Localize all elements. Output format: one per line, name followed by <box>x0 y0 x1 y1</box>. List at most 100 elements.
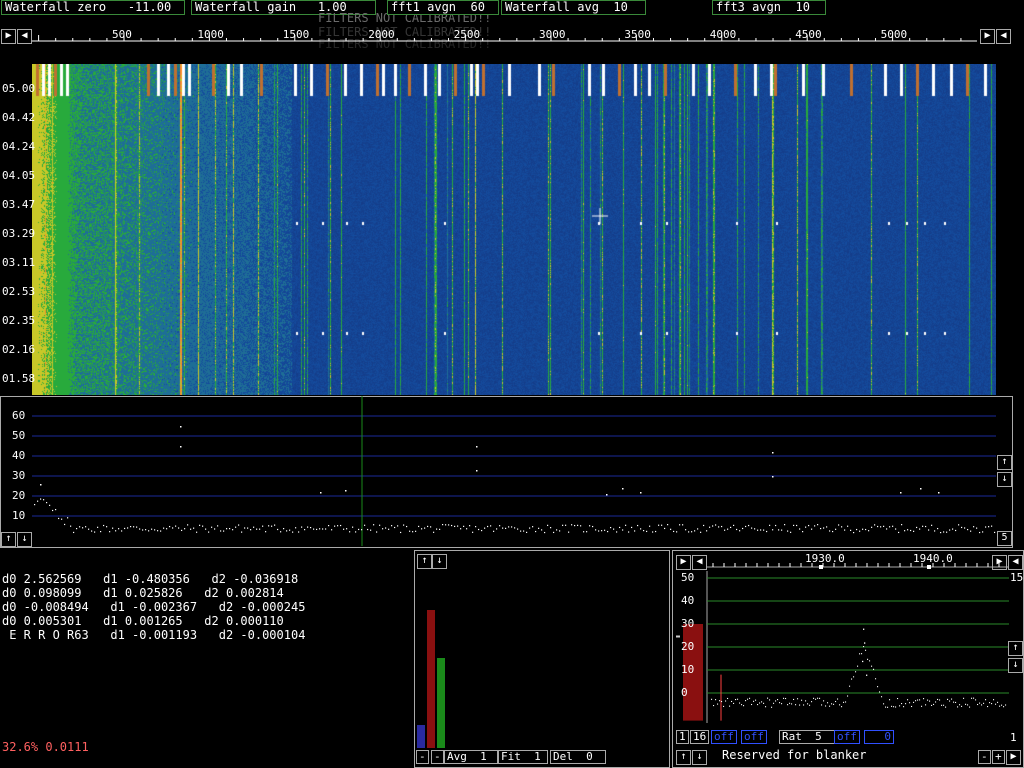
zoom-point <box>965 703 967 705</box>
spectrum-point <box>694 530 696 532</box>
zoom-point <box>865 649 867 651</box>
zoom-btn-off-2[interactable]: off <box>741 730 767 744</box>
spectrum-point <box>577 524 579 526</box>
zoom-plus-button[interactable]: + <box>992 750 1005 764</box>
zoom-point <box>959 704 961 706</box>
bars-up-icon[interactable]: ↑ <box>417 554 432 569</box>
spectrum-point <box>832 530 834 533</box>
spectrum-point <box>703 524 705 527</box>
zoom-point <box>747 698 749 700</box>
zoom-point <box>835 700 837 703</box>
zoom-up-icon[interactable]: ↑ <box>1008 641 1023 656</box>
spectrum-point <box>835 528 837 530</box>
zoom-point <box>753 700 755 702</box>
zoom-point <box>869 660 871 662</box>
spectrum-point <box>670 528 672 530</box>
waterfall-avg-field[interactable]: Waterfall avg 10 <box>501 0 646 15</box>
zoom-bottom-up-icon[interactable]: ↑ <box>676 750 691 765</box>
spectrum-point <box>643 529 645 532</box>
time-label: 02.53 <box>2 285 36 298</box>
spectrum-point <box>370 529 372 531</box>
zoom-btn-off-1[interactable]: off <box>711 730 737 744</box>
fit-field[interactable]: Fit 1 <box>498 750 548 764</box>
fft1-avgn-field[interactable]: fft1 avgn 60 <box>387 0 499 15</box>
spectrum-point <box>628 531 630 533</box>
spectrum-point <box>310 526 312 529</box>
zoom-point <box>983 702 985 704</box>
zoom-point <box>759 702 761 704</box>
spectrum-peak-point <box>180 446 182 448</box>
zoom-btn-0[interactable]: 0 <box>864 730 894 744</box>
zoom-point <box>785 697 787 700</box>
spectrum-point <box>172 527 174 529</box>
spectrum-point <box>718 526 720 528</box>
spectrum-point <box>361 529 363 531</box>
scroll-left-icon[interactable]: ◀ <box>17 29 32 44</box>
spectrum-point <box>592 525 594 528</box>
bars-panel <box>414 550 670 768</box>
spectrum-point <box>808 524 810 527</box>
spectrum-peak-point <box>345 490 347 492</box>
rat-field[interactable]: Rat 5 <box>779 730 835 744</box>
spectrum-point <box>217 525 219 527</box>
avg-field[interactable]: Avg 1 <box>444 750 498 764</box>
del-field[interactable]: Del 0 <box>550 750 606 764</box>
zoom-spectrum-plot[interactable] <box>673 551 1021 729</box>
spectrum-down-icon[interactable]: ↓ <box>997 472 1012 487</box>
zoom-y-label: 50 <box>681 571 695 584</box>
scroll-left-icon-2[interactable]: ◀ <box>996 29 1011 44</box>
spectrum-up-icon[interactable]: ↑ <box>997 455 1012 470</box>
spectrum-point <box>580 525 582 527</box>
zoom-bottom-right-icon[interactable]: ▶ <box>1006 750 1021 765</box>
spectrum-point <box>607 530 609 533</box>
bars-minus-button-2[interactable]: - <box>431 750 444 764</box>
zoom-point <box>857 665 859 667</box>
time-label: 02.35 <box>2 314 36 327</box>
spectrum-point <box>262 525 264 527</box>
zoom-point <box>935 701 937 703</box>
spectrum-peak-point <box>640 492 642 494</box>
zoom-btn-off-3[interactable]: off <box>834 730 860 744</box>
spectrum-point <box>874 524 876 526</box>
spectrum-point <box>538 527 540 529</box>
zoom-down-icon[interactable]: ↓ <box>1008 658 1023 673</box>
fft3-avgn-field[interactable]: fft3 avgn 10 <box>712 0 826 15</box>
spectrum-point <box>859 530 861 532</box>
spectrum-value-box[interactable]: 5 <box>997 531 1012 546</box>
spectrum-point <box>736 528 738 531</box>
zoom-point <box>825 705 827 707</box>
scroll-right-icon[interactable]: ▶ <box>1 29 16 44</box>
zoom-minus-button[interactable]: - <box>978 750 991 764</box>
spectrum-point <box>151 528 153 530</box>
waterfall-display[interactable] <box>32 64 996 395</box>
bars-minus-button[interactable]: - <box>416 750 429 764</box>
spectrum-point <box>142 529 144 531</box>
spectrum-down-icon-left[interactable]: ↓ <box>17 532 32 547</box>
zoom-btn-16[interactable]: 16 <box>690 730 710 744</box>
spectrum-point <box>916 526 918 529</box>
spectrum-point <box>346 528 348 530</box>
spectrum-point <box>196 531 198 533</box>
spectrum-point <box>103 524 105 527</box>
zoom-point <box>897 697 899 700</box>
spectrum-point <box>85 526 87 528</box>
bars-down-icon[interactable]: ↓ <box>432 554 447 569</box>
level-bar <box>417 725 425 748</box>
spectrum-plot[interactable] <box>0 396 1014 548</box>
spectrum-point <box>418 525 420 528</box>
spectrum-point <box>208 531 210 533</box>
spectrum-point <box>544 531 546 534</box>
zoom-freq-label: 1940.0 <box>913 552 953 565</box>
spectrum-point <box>391 525 393 527</box>
spectrum-point <box>568 531 570 533</box>
zoom-btn-1[interactable]: 1 <box>676 730 689 744</box>
spectrum-point <box>88 528 90 530</box>
zoom-bottom-down-icon[interactable]: ↓ <box>692 750 707 765</box>
zoom-point <box>823 700 825 702</box>
zoom-right-bottom-value: 1 <box>1010 731 1017 744</box>
spectrum-point <box>358 528 360 531</box>
spectrum-up-icon-left[interactable]: ↑ <box>1 532 16 547</box>
waterfall-zero-field[interactable]: Waterfall zero -11.00 <box>1 0 185 15</box>
spectrum-point <box>49 504 51 506</box>
scroll-right-icon-2[interactable]: ▶ <box>980 29 995 44</box>
